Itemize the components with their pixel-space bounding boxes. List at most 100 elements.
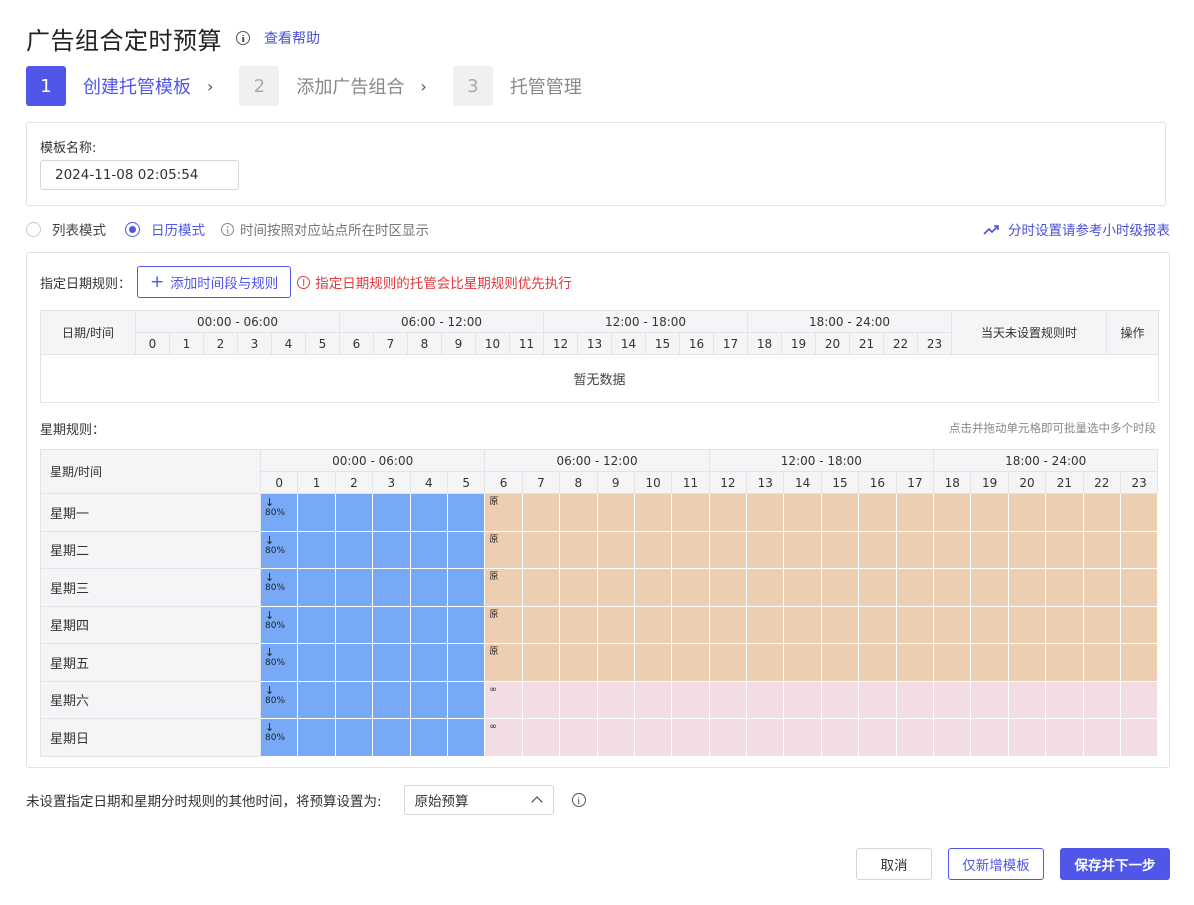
schedule-slot[interactable]	[1119, 493, 1159, 532]
schedule-slot[interactable]	[1082, 605, 1121, 644]
schedule-slot[interactable]	[746, 568, 785, 607]
schedule-slot[interactable]	[559, 643, 598, 682]
schedule-slot[interactable]	[372, 493, 411, 532]
schedule-slot[interactable]	[783, 568, 822, 607]
schedule-slot[interactable]	[372, 568, 411, 607]
schedule-slot[interactable]	[933, 568, 972, 607]
schedule-slot[interactable]	[633, 680, 673, 719]
hourly-report-link[interactable]: 分时设置请参考小时级报表	[983, 218, 1170, 240]
schedule-slot[interactable]	[559, 680, 598, 719]
schedule-slot[interactable]	[970, 605, 1009, 644]
schedule-slot[interactable]	[297, 568, 336, 607]
schedule-slot[interactable]	[708, 493, 748, 532]
schedule-slot[interactable]	[334, 568, 374, 607]
schedule-slot[interactable]	[1119, 643, 1159, 682]
schedule-slot[interactable]	[1007, 643, 1047, 682]
schedule-slot[interactable]	[409, 530, 448, 569]
schedule-slot[interactable]	[297, 530, 336, 569]
schedule-slot[interactable]	[446, 568, 486, 607]
schedule-slot[interactable]	[521, 605, 561, 644]
schedule-slot[interactable]	[783, 643, 822, 682]
calendar-mode-label[interactable]: 日历模式	[151, 219, 205, 239]
schedule-slot[interactable]	[933, 718, 972, 757]
schedule-slot[interactable]	[596, 643, 635, 682]
schedule-slot[interactable]	[746, 605, 785, 644]
schedule-slot[interactable]	[334, 530, 374, 569]
schedule-slot[interactable]	[596, 718, 635, 757]
schedule-slot[interactable]	[334, 680, 374, 719]
schedule-slot[interactable]	[671, 530, 710, 569]
schedule-slot[interactable]	[1007, 605, 1047, 644]
schedule-slot[interactable]	[858, 680, 897, 719]
schedule-slot[interactable]	[297, 605, 336, 644]
schedule-slot[interactable]	[521, 718, 561, 757]
schedule-slot[interactable]	[933, 643, 972, 682]
schedule-slot[interactable]	[970, 530, 1009, 569]
schedule-slot[interactable]	[409, 605, 448, 644]
schedule-slot[interactable]: ∞	[484, 680, 523, 719]
add-template-only-button[interactable]: 仅新增模板	[948, 848, 1044, 880]
schedule-slot[interactable]	[933, 493, 972, 532]
calendar-mode-radio[interactable]	[125, 221, 140, 237]
schedule-slot[interactable]: ↓ 80%	[259, 643, 299, 682]
template-name-input[interactable]	[40, 160, 239, 190]
schedule-slot[interactable]	[559, 605, 598, 644]
schedule-slot[interactable]	[970, 568, 1009, 607]
schedule-slot[interactable]: ↓ 80%	[259, 568, 299, 607]
schedule-slot[interactable]	[895, 568, 935, 607]
schedule-slot[interactable]	[409, 680, 448, 719]
schedule-slot[interactable]: ↓ 80%	[259, 493, 299, 532]
schedule-slot[interactable]	[895, 605, 935, 644]
list-mode-label[interactable]: 列表模式	[52, 219, 106, 239]
schedule-slot[interactable]	[820, 493, 860, 532]
schedule-slot[interactable]	[446, 718, 486, 757]
schedule-slot[interactable]	[970, 718, 1009, 757]
schedule-slot[interactable]	[1045, 530, 1084, 569]
schedule-slot[interactable]	[1007, 530, 1047, 569]
schedule-slot[interactable]	[1119, 568, 1159, 607]
schedule-slot[interactable]	[372, 605, 411, 644]
add-time-rule-button[interactable]: + 添加时间段与规则	[137, 266, 292, 298]
schedule-slot[interactable]	[596, 605, 635, 644]
schedule-slot[interactable]	[671, 493, 710, 532]
schedule-slot[interactable]	[521, 680, 561, 719]
schedule-slot[interactable]	[895, 643, 935, 682]
schedule-slot[interactable]	[409, 568, 448, 607]
schedule-slot[interactable]	[372, 643, 411, 682]
schedule-slot[interactable]	[783, 680, 822, 719]
schedule-slot[interactable]	[633, 568, 673, 607]
schedule-slot[interactable]: ↓ 80%	[259, 680, 299, 719]
schedule-slot[interactable]	[521, 568, 561, 607]
schedule-slot[interactable]	[1082, 568, 1121, 607]
schedule-slot[interactable]	[708, 680, 748, 719]
schedule-slot[interactable]	[521, 643, 561, 682]
schedule-slot[interactable]	[1045, 605, 1084, 644]
schedule-slot[interactable]	[783, 530, 822, 569]
schedule-slot[interactable]	[446, 530, 486, 569]
schedule-slot[interactable]	[858, 718, 897, 757]
schedule-slot[interactable]	[746, 718, 785, 757]
cancel-button[interactable]: 取消	[856, 848, 932, 880]
help-link[interactable]: 查看帮助	[264, 28, 320, 48]
schedule-slot[interactable]	[708, 643, 748, 682]
schedule-slot[interactable]	[708, 530, 748, 569]
schedule-slot[interactable]	[820, 605, 860, 644]
schedule-slot[interactable]	[933, 605, 972, 644]
schedule-slot[interactable]	[559, 568, 598, 607]
schedule-slot[interactable]	[671, 605, 710, 644]
schedule-slot[interactable]	[1082, 530, 1121, 569]
schedule-slot[interactable]	[933, 680, 972, 719]
schedule-slot[interactable]	[1119, 530, 1159, 569]
schedule-slot[interactable]	[820, 718, 860, 757]
schedule-slot[interactable]	[820, 680, 860, 719]
schedule-slot[interactable]	[334, 493, 374, 532]
schedule-slot[interactable]	[559, 530, 598, 569]
schedule-slot[interactable]	[633, 605, 673, 644]
schedule-slot[interactable]	[446, 680, 486, 719]
schedule-slot[interactable]	[521, 493, 561, 532]
schedule-slot[interactable]	[334, 605, 374, 644]
schedule-slot[interactable]	[297, 680, 336, 719]
schedule-slot[interactable]: 原	[484, 605, 523, 644]
schedule-slot[interactable]	[895, 680, 935, 719]
schedule-slot[interactable]	[1007, 568, 1047, 607]
